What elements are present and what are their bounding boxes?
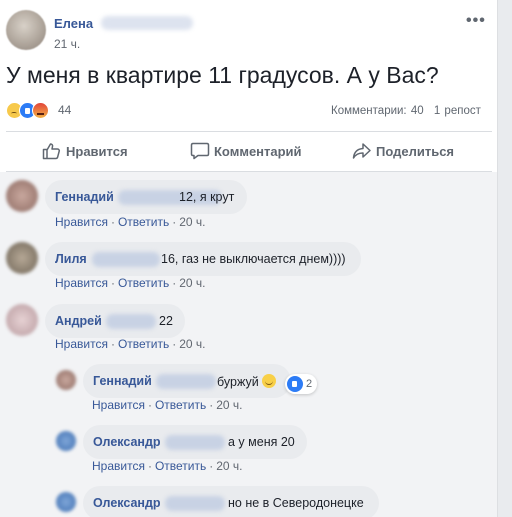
commenter-surname-blurred xyxy=(165,435,225,450)
comment-time[interactable]: 20 ч. xyxy=(216,459,242,473)
comment-actions: Нравится · Ответить · 20 ч. xyxy=(92,398,243,412)
share-button-label: Поделиться xyxy=(376,144,455,159)
comment-text: 16, газ не выключается днем)))) xyxy=(161,252,346,266)
comment-bubble: Лиля 16, газ не выключается днем)))) xyxy=(45,242,361,276)
post-timestamp[interactable]: 21 ч. xyxy=(54,37,80,51)
comment-bubble: Геннадий 12, я крут xyxy=(45,180,247,214)
comment-reply-link[interactable]: Ответить xyxy=(155,398,206,412)
like-button[interactable]: Нравится xyxy=(42,143,132,161)
comment-reaction-badge[interactable]: 2 xyxy=(285,374,317,394)
like-reaction-icon xyxy=(287,376,303,392)
commenter-surname-blurred xyxy=(106,314,156,329)
commenter-avatar[interactable] xyxy=(6,304,38,336)
commenter-name[interactable]: Геннадий xyxy=(93,374,152,388)
comment-button[interactable]: Комментарий xyxy=(190,142,305,161)
commenter-surname-blurred xyxy=(156,374,216,389)
comment-bubble: Андрей 22 xyxy=(45,304,185,338)
author-surname-blurred xyxy=(101,16,193,30)
reaction-count[interactable]: 44 xyxy=(58,103,71,117)
commenter-surname-blurred xyxy=(92,252,160,267)
share-button[interactable]: Поделиться xyxy=(352,143,462,161)
commenter-name[interactable]: Лиля xyxy=(55,252,87,266)
comments-count-link[interactable]: Комментарии: 40 xyxy=(331,105,424,117)
comment-reply-link[interactable]: Ответить xyxy=(155,459,206,473)
commenter-name[interactable]: Олександр xyxy=(93,435,161,449)
comment-text: 12, я крут xyxy=(179,190,235,204)
commenter-avatar[interactable] xyxy=(6,242,38,274)
comment-actions: Нравится · Ответить · 20 ч. xyxy=(55,215,206,229)
comment-bubble: Олександр но не в Северодонецке xyxy=(83,486,379,517)
comment-reply-link[interactable]: Ответить xyxy=(118,337,169,351)
thumbs-up-icon xyxy=(42,143,61,160)
author-name[interactable]: Елена xyxy=(54,16,93,31)
commenter-surname-blurred xyxy=(165,496,225,511)
more-options-icon[interactable]: ••• xyxy=(466,12,486,30)
comment-text: а у меня 20 xyxy=(228,435,295,449)
comment-button-label: Комментарий xyxy=(214,144,302,159)
comment-time[interactable]: 20 ч. xyxy=(179,337,205,351)
comment-like-link[interactable]: Нравится xyxy=(55,337,108,351)
share-icon xyxy=(352,143,371,159)
comment-like-link[interactable]: Нравится xyxy=(92,398,145,412)
smiley-emoji-icon xyxy=(261,374,276,388)
commenter-name[interactable]: Геннадий xyxy=(55,190,114,204)
post-stats: Комментарии: 40 1 репост xyxy=(331,105,481,117)
post-text: У меня в квартире 11 градусов. А у Вас? xyxy=(6,62,439,88)
divider xyxy=(6,131,492,132)
comment-like-link[interactable]: Нравится xyxy=(55,215,108,229)
comment-reply-link[interactable]: Ответить xyxy=(118,215,169,229)
post-card: Елена 21 ч. ••• У меня в квартире 11 гра… xyxy=(0,0,498,517)
comment-actions: Нравится · Ответить · 20 ч. xyxy=(55,337,206,351)
commenter-avatar[interactable] xyxy=(56,431,76,451)
comment-like-link[interactable]: Нравится xyxy=(55,276,108,290)
author-avatar[interactable] xyxy=(6,10,46,50)
comment-reaction-count: 2 xyxy=(306,378,313,390)
comment-like-link[interactable]: Нравится xyxy=(92,459,145,473)
commenter-avatar[interactable] xyxy=(56,370,76,390)
commenter-avatar[interactable] xyxy=(56,492,76,512)
comment-text: буржуй xyxy=(217,374,276,389)
comment-reply-link[interactable]: Ответить xyxy=(118,276,169,290)
commenter-name[interactable]: Андрей xyxy=(55,314,102,328)
comment-text: но не в Северодонецке xyxy=(228,496,364,510)
comment-time[interactable]: 20 ч. xyxy=(179,276,205,290)
commenter-name[interactable]: Олександр xyxy=(93,496,161,510)
comment-actions: Нравится · Ответить · 20 ч. xyxy=(55,276,206,290)
comment-actions: Нравится · Ответить · 20 ч. xyxy=(92,459,243,473)
commenter-avatar[interactable] xyxy=(6,180,38,212)
angry-reaction-icon xyxy=(32,102,49,119)
comment-bubble: Олександр а у меня 20 xyxy=(83,425,307,459)
comment-icon xyxy=(190,142,210,160)
like-button-label: Нравится xyxy=(66,144,128,159)
shares-count-link[interactable]: 1 репост xyxy=(434,105,481,117)
comment-bubble: Геннадий буржуй xyxy=(83,364,291,398)
comment-text: 22 xyxy=(159,314,173,328)
comment-time[interactable]: 20 ч. xyxy=(179,215,205,229)
comment-time[interactable]: 20 ч. xyxy=(216,398,242,412)
